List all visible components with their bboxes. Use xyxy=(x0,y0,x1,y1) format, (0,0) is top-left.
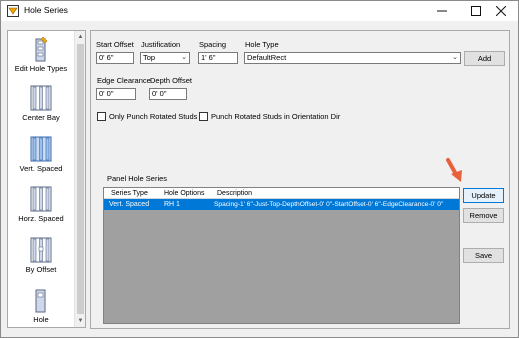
save-button[interactable]: Save xyxy=(463,248,504,263)
close-button[interactable] xyxy=(484,1,518,21)
window-title: Hole Series xyxy=(24,5,68,15)
maximize-icon xyxy=(471,6,481,16)
nav-item-horz-spaced[interactable]: Horz. Spaced xyxy=(8,186,74,223)
series-type-nav: Edit Hole Types Center Bay Vert. Spaced xyxy=(7,30,86,328)
edit-hole-types-icon xyxy=(35,36,48,62)
vert-spaced-icon xyxy=(30,136,52,162)
horz-spaced-icon xyxy=(30,186,52,212)
nav-item-vert-spaced[interactable]: Vert. Spaced xyxy=(8,136,74,173)
nav-item-center-bay[interactable]: Center Bay xyxy=(8,85,74,122)
only-punch-rotated-studs-checkbox[interactable]: Only Punch Rotated Studs xyxy=(97,112,197,121)
by-offset-icon xyxy=(30,237,52,263)
chevron-down-icon: ⌄ xyxy=(181,54,187,61)
center-bay-icon xyxy=(30,85,52,111)
grid-header: Series Type Hole Options Description xyxy=(104,188,459,199)
punch-rotated-orientation-checkbox[interactable]: Punch Rotated Studs in Orientation Dir xyxy=(199,112,340,121)
cell-hole-options: RH 1 xyxy=(164,201,180,208)
cell-series-type: Vert. Spaced xyxy=(109,201,150,208)
annotation-arrow-icon xyxy=(446,158,462,182)
depth-offset-input[interactable]: 0' 0" xyxy=(149,88,187,100)
nav-item-label: Vert. Spaced xyxy=(19,164,63,173)
checkbox-box[interactable] xyxy=(199,112,208,121)
close-icon xyxy=(496,6,506,16)
table-row[interactable]: Vert. Spaced RH 1 Spacing-1' 6"-Just-Top… xyxy=(104,199,459,210)
nav-scrollbar[interactable]: ▲ ▼ xyxy=(74,31,85,327)
justification-label: Justification xyxy=(141,40,181,49)
nav-item-edit-hole-types[interactable]: Edit Hole Types xyxy=(8,36,74,73)
nav-item-hole[interactable]: Hole xyxy=(8,289,74,324)
checkbox-box[interactable] xyxy=(97,112,106,121)
justification-value: Top xyxy=(143,53,156,62)
minimize-button[interactable] xyxy=(425,1,459,21)
scroll-down-icon[interactable]: ▼ xyxy=(75,315,85,327)
edge-clearance-input[interactable]: 0' 0" xyxy=(96,88,136,100)
title-bar: Hole Series xyxy=(1,1,518,21)
nav-item-label: Hole xyxy=(33,315,49,324)
depth-offset-label: Depth Offset xyxy=(150,76,192,85)
hole-icon xyxy=(35,289,46,313)
chevron-down-icon: ⌄ xyxy=(452,54,458,61)
nav-item-label: Center Bay xyxy=(22,113,60,122)
checkbox-label: Only Punch Rotated Studs xyxy=(109,112,198,121)
hole-type-label: Hole Type xyxy=(245,40,279,49)
start-offset-label: Start Offset xyxy=(96,40,134,49)
hole-type-value: DefaultRect xyxy=(247,53,287,62)
panel-hole-series-label: Panel Hole Series xyxy=(107,174,168,183)
nav-item-label: Horz. Spaced xyxy=(18,214,64,223)
edge-clearance-label: Edge Clearance xyxy=(97,76,151,85)
minimize-icon xyxy=(437,10,447,12)
start-offset-input[interactable]: 0' 6" xyxy=(96,52,134,64)
app-icon xyxy=(7,5,19,17)
column-header[interactable]: Hole Options xyxy=(164,188,204,199)
cell-description: Spacing-1' 6"-Just-Top-DepthOffset-0' 0"… xyxy=(214,201,444,208)
nav-item-label: By Offset xyxy=(25,265,57,274)
hole-type-select[interactable]: DefaultRect ⌄ xyxy=(244,52,461,64)
add-button[interactable]: Add xyxy=(464,51,505,66)
update-button[interactable]: Update xyxy=(463,188,504,203)
hole-series-grid[interactable]: Series Type Hole Options Description Ver… xyxy=(103,187,460,324)
column-header[interactable]: Description xyxy=(217,188,252,199)
hole-series-window: Hole Series Edit Hole Types Center Bay V… xyxy=(0,0,519,338)
nav-item-label: Edit Hole Types xyxy=(14,64,68,73)
nav-item-by-offset[interactable]: By Offset xyxy=(8,237,74,274)
column-header[interactable]: Series Type xyxy=(111,188,148,199)
spacing-label: Spacing xyxy=(199,40,227,49)
checkbox-label: Punch Rotated Studs in Orientation Dir xyxy=(211,112,341,121)
justification-select[interactable]: Top ⌄ xyxy=(140,52,190,64)
spacing-input[interactable]: 1' 6" xyxy=(198,52,238,64)
scroll-up-icon[interactable]: ▲ xyxy=(75,31,85,43)
scroll-thumb[interactable] xyxy=(77,44,84,314)
remove-button[interactable]: Remove xyxy=(463,208,504,223)
